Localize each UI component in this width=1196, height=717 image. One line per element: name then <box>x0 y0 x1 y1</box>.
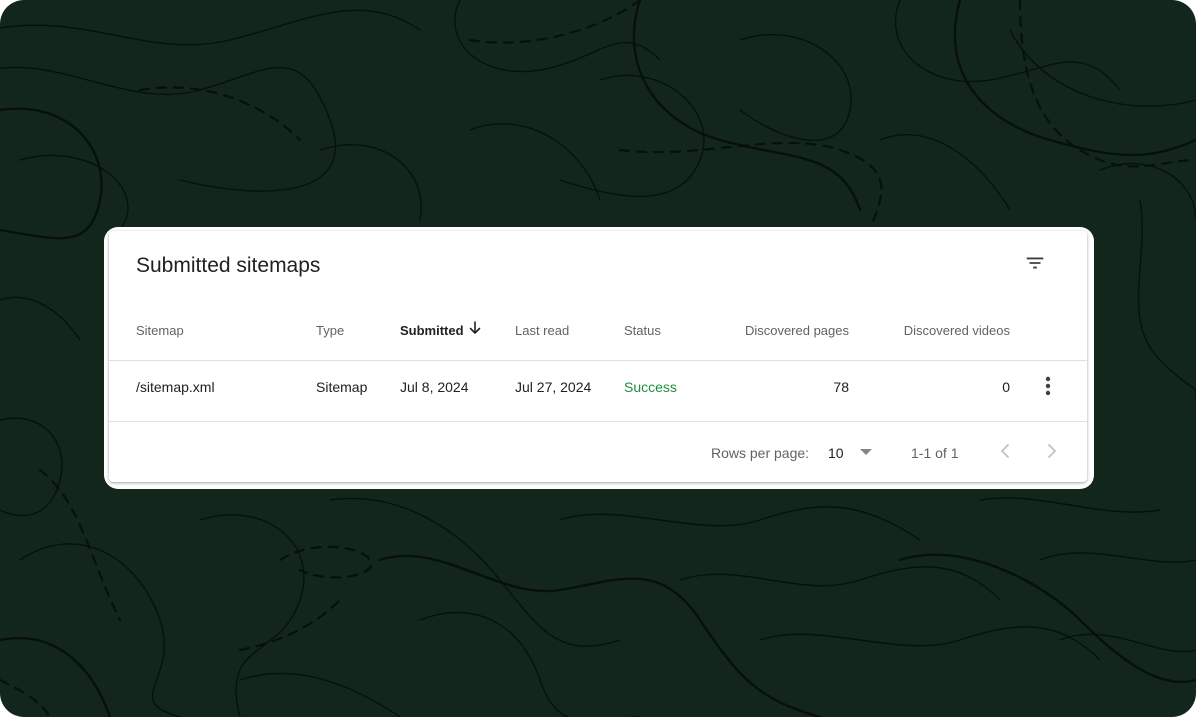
chevron-right-icon <box>1048 444 1056 458</box>
cell-discovered-pages: 78 <box>833 379 849 395</box>
row-menu-button[interactable] <box>1034 372 1062 400</box>
column-header-last-read[interactable]: Last read <box>515 323 569 338</box>
card-title: Submitted sitemaps <box>136 254 321 277</box>
rows-per-page-select[interactable]: 10 <box>827 437 877 467</box>
sitemaps-card: Submitted sitemaps Sitemap Type Submitte… <box>109 231 1087 482</box>
dropdown-arrow-icon <box>860 449 872 455</box>
background-frame: Submitted sitemaps Sitemap Type Submitte… <box>0 0 1196 717</box>
chevron-left-icon <box>1001 444 1009 458</box>
column-header-sitemap[interactable]: Sitemap <box>136 323 184 338</box>
cell-submitted: Jul 8, 2024 <box>400 379 469 395</box>
next-page-button[interactable] <box>1038 437 1066 465</box>
filter-list-icon <box>1026 257 1044 269</box>
cell-status: Success <box>624 379 677 395</box>
rows-per-page-label: Rows per page: <box>711 445 810 461</box>
more-vert-icon <box>1045 376 1051 396</box>
column-header-discovered-pages[interactable]: Discovered pages <box>745 323 849 338</box>
cell-sitemap: /sitemap.xml <box>136 379 215 395</box>
arrow-downward-icon[interactable] <box>468 320 482 336</box>
cell-discovered-videos: 0 <box>1002 379 1010 395</box>
row-divider <box>109 421 1087 422</box>
column-header-discovered-videos[interactable]: Discovered videos <box>904 323 1010 338</box>
pagination-range: 1-1 of 1 <box>911 445 959 461</box>
column-header-submitted[interactable]: Submitted <box>400 323 464 338</box>
header-divider <box>109 360 1087 361</box>
column-header-status[interactable]: Status <box>624 323 661 338</box>
cell-type: Sitemap <box>316 379 368 395</box>
previous-page-button[interactable] <box>991 437 1019 465</box>
rows-per-page-value: 10 <box>828 445 844 461</box>
cell-last-read: Jul 27, 2024 <box>515 379 592 395</box>
filter-button[interactable] <box>1019 247 1051 279</box>
column-header-type[interactable]: Type <box>316 323 344 338</box>
